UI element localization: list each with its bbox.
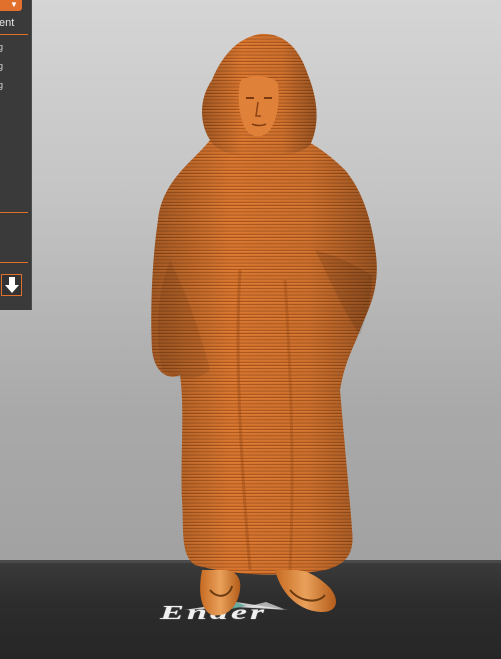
sliced-model[interactable] [140, 30, 390, 620]
setting-item[interactable]: g [0, 80, 3, 90]
print-settings-panel: ▼ ent g g g [0, 0, 32, 310]
chevron-down-icon: ▼ [10, 0, 18, 9]
panel-dropdown-button[interactable]: ▼ [0, 0, 22, 11]
panel-divider [0, 212, 28, 213]
3d-viewport[interactable]: Ender [0, 0, 501, 659]
setting-item[interactable]: g [0, 42, 3, 52]
panel-divider [0, 262, 28, 263]
panel-header-label: ent [0, 17, 15, 29]
panel-divider [0, 34, 28, 35]
download-arrow-icon [5, 277, 19, 293]
download-button[interactable] [1, 274, 22, 296]
setting-item[interactable]: g [0, 61, 3, 71]
